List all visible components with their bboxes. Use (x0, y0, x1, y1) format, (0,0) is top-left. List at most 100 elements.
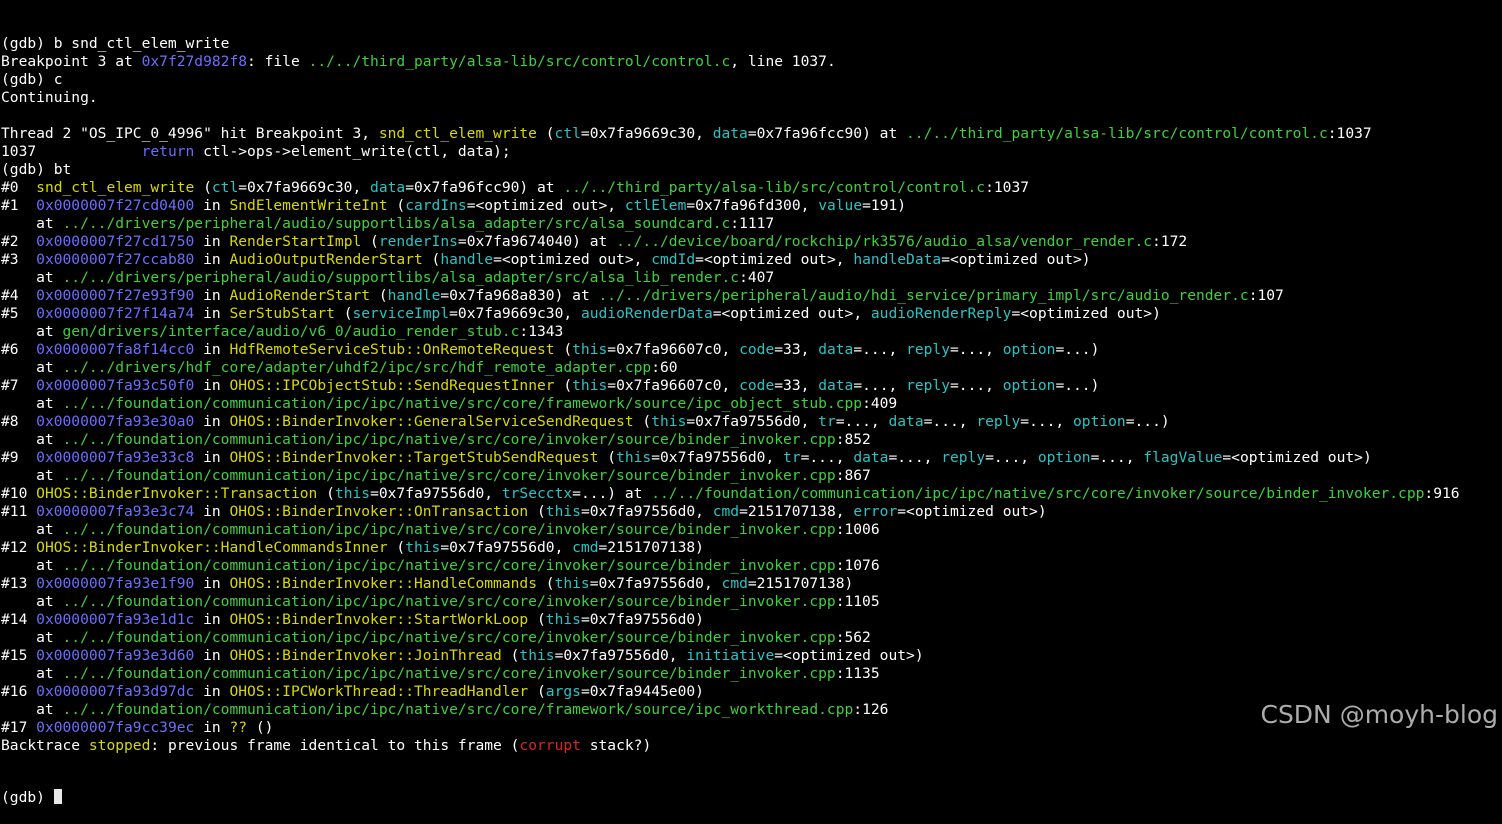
address-text: 0x0000007f27cd1750 (36, 233, 194, 250)
keyword-text: return (142, 143, 195, 160)
output-text: =..., (924, 413, 977, 430)
output-text: :126 (853, 701, 888, 718)
argument-name-text: data (370, 179, 405, 196)
argument-name-text: args (546, 683, 581, 700)
file-path-text: ../../foundation/communication/ipc/ipc/n… (63, 431, 836, 448)
output-text: in (194, 233, 229, 250)
terminal-output: (gdb) b snd_ctl_elem_writeBreakpoint 3 a… (1, 35, 1502, 755)
address-text: 0x0000007fa93e1f90 (36, 575, 194, 592)
output-text: in (194, 413, 229, 430)
output-text: :562 (836, 629, 871, 646)
output-text: #3 (1, 251, 36, 268)
output-text: =..., (888, 449, 941, 466)
output-text: ( (537, 125, 555, 142)
function-name-text: OHOS::BinderInvoker::OnTransaction (229, 503, 528, 520)
argument-name-text: error (853, 503, 897, 520)
output-text: 1037 (1, 143, 142, 160)
prompt-line[interactable]: (gdb) (1, 789, 1502, 807)
address-text: 0x0000007f27e93f90 (36, 287, 194, 304)
output-text: #2 (1, 233, 36, 250)
error-text: corrupt (519, 737, 581, 754)
argument-name-text: this (546, 503, 581, 520)
output-text: =0x7fa97556d0, (651, 449, 783, 466)
function-name-text: AudioOutputRenderStart (229, 251, 422, 268)
output-text: :1037 (985, 179, 1029, 196)
output-text: :1105 (836, 593, 880, 610)
output-text: =..., (985, 449, 1038, 466)
address-text: 0x0000007fa93e1d1c (36, 611, 194, 628)
output-text: #7 (1, 377, 36, 394)
file-path-text: ../../foundation/communication/ipc/ipc/n… (63, 665, 836, 682)
terminal-line: at gen/drivers/interface/audio/v6_0/audi… (1, 323, 1502, 341)
argument-name-text: option (1003, 377, 1056, 394)
file-path-text: ../../device/board/rockchip/rk3576/audio… (616, 233, 1152, 250)
output-text: :1037 (1328, 125, 1372, 142)
argument-name-text: this (651, 413, 686, 430)
output-text: #10 (1, 485, 36, 502)
output-text: =...) (1055, 341, 1099, 358)
terminal-line: (gdb) c (1, 71, 1502, 89)
terminal-line: (gdb) b snd_ctl_elem_write (1, 35, 1502, 53)
output-text: =33, (774, 377, 818, 394)
output-text: ( (528, 683, 546, 700)
output-text: at (1, 665, 63, 682)
output-text: in (194, 719, 229, 736)
output-text: =0x7fa97556d0, (581, 503, 713, 520)
function-name-text: OHOS::IPCObjectStub::SendRequestInner (229, 377, 554, 394)
output-text: in (194, 197, 229, 214)
argument-name-text: option (1003, 341, 1056, 358)
address-text: 0x0000007fa93e33c8 (36, 449, 194, 466)
argument-name-text: tr (783, 449, 801, 466)
argument-name-text: tr (818, 413, 836, 430)
function-name-text: OHOS::BinderInvoker::JoinThread (229, 647, 501, 664)
function-name-text: stopped (89, 737, 151, 754)
terminal-line: #14 0x0000007fa93e1d1c in OHOS::BinderIn… (1, 611, 1502, 629)
argument-name-text: ctl (555, 125, 581, 142)
output-text: =<optimized out>) (941, 251, 1090, 268)
address-text: 0x0000007fa93d97dc (36, 683, 194, 700)
argument-name-text: trSecctx (502, 485, 572, 502)
output-text: #9 (1, 449, 36, 466)
terminal-line: 1037 return ctl->ops->element_write(ctl,… (1, 143, 1502, 161)
terminal-line: at ../../foundation/communication/ipc/ip… (1, 665, 1502, 683)
address-text: 0x0000007fa93e3c74 (36, 503, 194, 520)
output-text: ( (388, 539, 406, 556)
terminal-line: Thread 2 "OS_IPC_0_4996" hit Breakpoint … (1, 125, 1502, 143)
address-text: 0x0000007fa9cc39ec (36, 719, 194, 736)
output-text: :867 (836, 467, 871, 484)
watermark: CSDN @moyh-blog (1260, 700, 1498, 729)
output-text: ( (423, 251, 441, 268)
terminal-line: at ../../drivers/peripheral/audio/suppor… (1, 269, 1502, 287)
output-text: #0 (1, 179, 36, 196)
output-text: at (1, 395, 63, 412)
argument-name-text: data (818, 377, 853, 394)
file-path-text: ../../foundation/communication/ipc/ipc/n… (651, 485, 1424, 502)
output-text: (gdb) bt (1, 161, 71, 178)
output-text: =..., (1091, 449, 1144, 466)
output-text: ( (528, 611, 546, 628)
terminal-line: (gdb) bt (1, 161, 1502, 179)
output-text: ( (335, 305, 353, 322)
output-text: :852 (836, 431, 871, 448)
output-text: =0x7fa97556d0, (686, 413, 818, 430)
argument-name-text: reply (941, 449, 985, 466)
argument-name-text: this (572, 341, 607, 358)
output-text: ( (555, 341, 573, 358)
terminal-window[interactable]: (gdb) b snd_ctl_elem_writeBreakpoint 3 a… (0, 0, 1502, 742)
output-text: in (194, 287, 229, 304)
address-text: 0x0000007f27f14a74 (36, 305, 194, 322)
output-text: =0x7fa9674040) at (458, 233, 616, 250)
output-text: () (247, 719, 273, 736)
output-text: =0x7fa9669c30, (238, 179, 370, 196)
output-text: Thread 2 "OS_IPC_0_4996" hit Breakpoint … (1, 125, 379, 142)
function-name-text: ?? (229, 719, 247, 736)
argument-name-text: ctlElem (625, 197, 687, 214)
output-text: at (1, 323, 63, 340)
argument-name-text: reply (976, 413, 1020, 430)
output-text: =<optimized out>, (695, 251, 853, 268)
argument-name-text: value (818, 197, 862, 214)
function-name-text: AudioRenderStart (229, 287, 370, 304)
output-text: =..., (1020, 413, 1073, 430)
file-path-text: gen/drivers/interface/audio/v6_0/audio_r… (63, 323, 520, 340)
argument-name-text: cmd (713, 503, 739, 520)
